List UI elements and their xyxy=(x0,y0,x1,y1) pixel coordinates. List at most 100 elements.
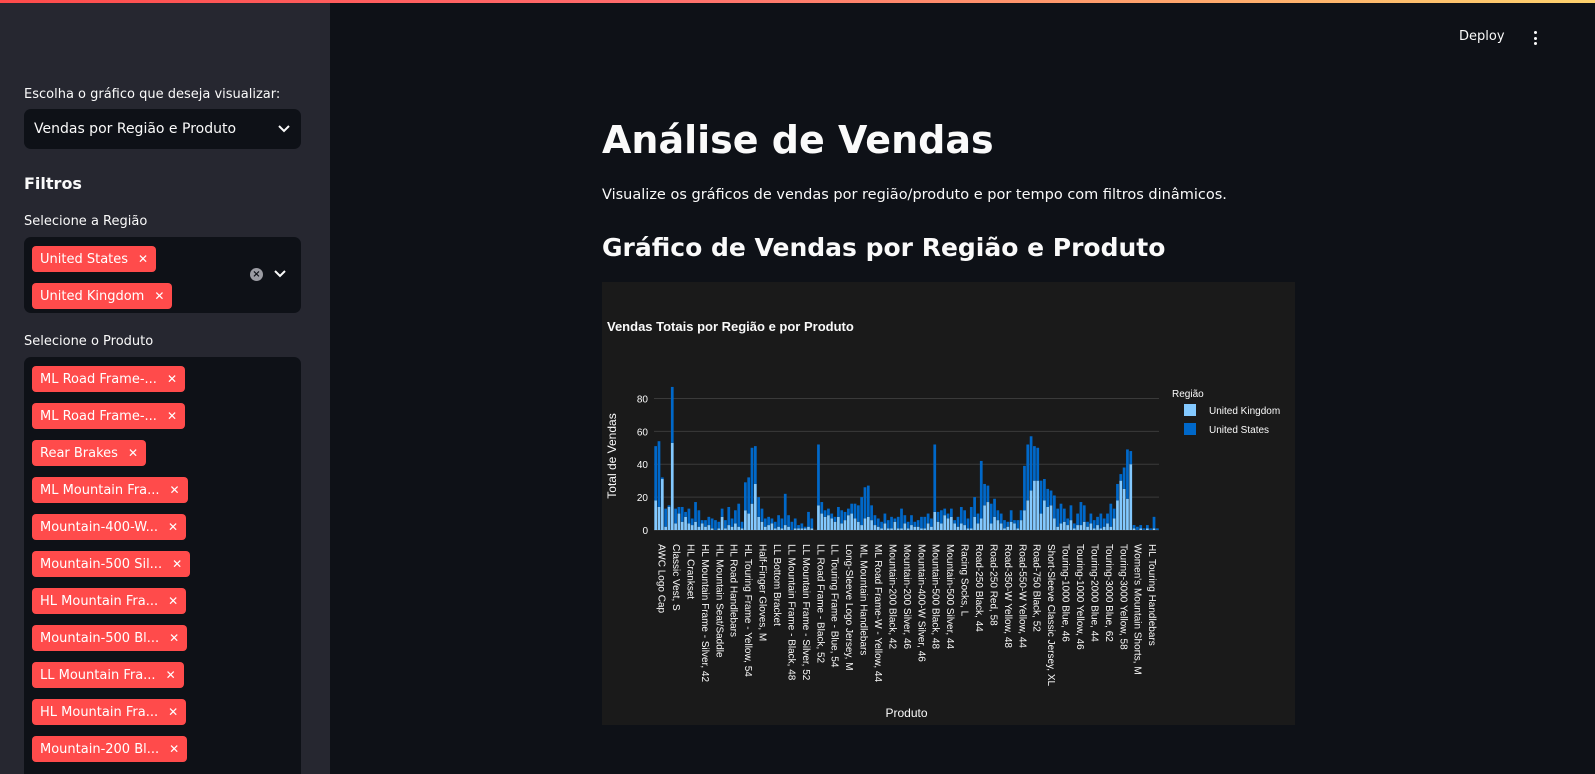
bar-united-states xyxy=(896,516,900,529)
remove-tag-icon[interactable]: ✕ xyxy=(167,409,177,423)
clear-all-icon[interactable]: × xyxy=(250,267,263,281)
region-tag: United States ✕ xyxy=(32,246,157,272)
bar-united-kingdom xyxy=(744,510,747,530)
bar-united-kingdom xyxy=(810,528,814,530)
bar-united-states xyxy=(920,516,923,529)
y-axis-title: Total de Vendas xyxy=(605,413,619,498)
bar-united-kingdom xyxy=(1139,528,1143,530)
bar-united-states xyxy=(1019,510,1023,521)
bar-united-kingdom xyxy=(913,526,917,530)
region-tag: United Kingdom ✕ xyxy=(32,283,173,309)
bar-united-kingdom xyxy=(783,525,787,530)
remove-tag-icon[interactable]: ✕ xyxy=(154,289,164,303)
bar-united-states xyxy=(1009,510,1013,522)
bar-united-states xyxy=(807,511,810,527)
remove-tag-icon[interactable]: ✕ xyxy=(169,742,179,756)
bar-united-states xyxy=(667,505,671,507)
bar-united-kingdom xyxy=(687,523,691,530)
bar-united-states xyxy=(837,506,840,517)
bar-united-kingdom xyxy=(1056,526,1060,530)
legend-swatch xyxy=(1184,423,1196,435)
product-tag: ML Road Frame-... ✕ xyxy=(32,403,185,429)
bar-united-states xyxy=(999,513,1003,524)
remove-tag-icon[interactable]: ✕ xyxy=(168,705,178,719)
bar-united-kingdom xyxy=(747,513,751,530)
product-tag: Mountain-400-W... ✕ xyxy=(32,514,187,540)
product-tag-label: Rear Brakes xyxy=(40,445,118,461)
x-tick-label: Women's Mountain Shorts, M xyxy=(1132,544,1143,675)
bar-united-states xyxy=(1023,465,1026,511)
bar-united-states xyxy=(1096,516,1099,526)
deploy-button[interactable]: Deploy xyxy=(1459,29,1505,44)
bar-united-kingdom xyxy=(694,521,697,530)
bar-united-states xyxy=(684,511,687,517)
region-multiselect[interactable]: United States ✕ United Kingdom ✕ × xyxy=(24,237,301,313)
remove-tag-icon[interactable]: ✕ xyxy=(170,483,180,497)
bar-united-kingdom xyxy=(890,528,893,530)
bar-united-kingdom xyxy=(680,521,684,530)
bar-united-kingdom xyxy=(873,525,877,530)
bar-united-states xyxy=(993,498,996,517)
bar-united-kingdom xyxy=(999,523,1003,530)
bar-united-kingdom xyxy=(1082,521,1086,530)
chevron-down-icon[interactable] xyxy=(273,267,287,281)
bar-united-kingdom xyxy=(800,528,804,530)
remove-tag-icon[interactable]: ✕ xyxy=(166,668,176,682)
bar-united-kingdom xyxy=(667,506,671,530)
bar-united-states xyxy=(1049,490,1053,506)
x-tick-label: Racing Socks, L xyxy=(959,544,970,617)
bar-united-states xyxy=(654,446,658,501)
bar-united-kingdom xyxy=(986,502,990,530)
main-menu-icon[interactable] xyxy=(1528,29,1542,47)
bar-united-kingdom xyxy=(920,528,923,530)
bar-united-kingdom xyxy=(793,528,797,530)
bar-united-states xyxy=(770,518,774,524)
chart-select-label: Escolha o gráfico que deseja visualizar: xyxy=(24,87,281,102)
bar-united-kingdom xyxy=(1029,490,1033,530)
bar-united-kingdom xyxy=(886,528,890,530)
x-tick-label: LL Mountain Frame - Silver, 52 xyxy=(800,544,811,681)
remove-tag-icon[interactable]: ✕ xyxy=(128,446,138,460)
remove-tag-icon[interactable]: ✕ xyxy=(138,252,148,266)
remove-tag-icon[interactable]: ✕ xyxy=(172,557,182,571)
bar-united-kingdom xyxy=(959,523,963,530)
bar-united-kingdom xyxy=(1062,521,1066,530)
product-label: Selecione o Produto xyxy=(24,334,154,349)
remove-tag-icon[interactable]: ✕ xyxy=(168,594,178,608)
bar-united-states xyxy=(1142,528,1146,530)
product-tag-label: LL Mountain Fra... xyxy=(40,667,156,683)
x-tick-label: Mountain-400-W Silver, 46 xyxy=(915,544,926,662)
bar-united-kingdom xyxy=(690,525,694,530)
x-tick-label: HL Mountain Frame - Silver, 42 xyxy=(699,544,710,682)
remove-tag-icon[interactable]: ✕ xyxy=(169,631,179,645)
product-multiselect[interactable]: ML Road Frame-... ✕ ML Road Frame-... ✕ Rear… xyxy=(24,357,301,774)
remove-tag-icon[interactable]: ✕ xyxy=(168,520,178,534)
product-tag-label: ML Road Frame-... xyxy=(40,371,157,387)
bar-united-kingdom xyxy=(1046,506,1050,530)
bar-united-states xyxy=(810,518,814,529)
bar-united-kingdom xyxy=(720,516,724,530)
bar-united-states xyxy=(956,516,960,527)
x-tick-label: Road-350-W Yellow, 48 xyxy=(1002,544,1013,648)
bar-united-kingdom xyxy=(833,521,837,530)
product-tag-label: HL Mountain Fra... xyxy=(40,704,159,720)
bar-united-kingdom xyxy=(900,528,903,530)
chevron-down-icon[interactable] xyxy=(277,122,291,136)
bar-united-states xyxy=(790,521,794,530)
remove-tag-icon[interactable]: ✕ xyxy=(167,372,177,386)
bar-united-kingdom xyxy=(933,511,937,530)
bar-united-states xyxy=(777,515,780,527)
bar-united-states xyxy=(1116,483,1119,501)
sales-chart[interactable]: Vendas Totais por Região e por Produto 0 2… xyxy=(602,282,1295,725)
bar-united-states xyxy=(660,477,664,480)
chart-select[interactable]: Vendas por Região e Produto xyxy=(24,109,301,149)
product-tag: ML Road Frame-... ✕ xyxy=(32,366,185,392)
legend-title: Região xyxy=(1172,389,1204,400)
bar-united-states xyxy=(1155,528,1159,530)
bar-united-states xyxy=(797,525,800,529)
bar-united-states xyxy=(876,518,880,527)
bar-united-kingdom xyxy=(949,516,953,530)
bar-united-states xyxy=(750,447,754,504)
bar-united-states xyxy=(940,510,943,524)
bar-united-kingdom xyxy=(704,526,707,530)
